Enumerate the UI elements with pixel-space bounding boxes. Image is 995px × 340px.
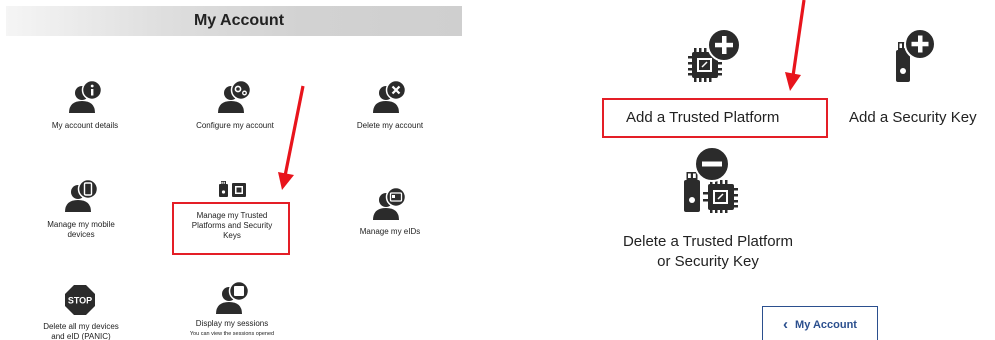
tile-label-line: Manage my mobile bbox=[47, 220, 115, 229]
tile-delete-all-devices-panic[interactable]: STOP Delete all my devices and eID (PANI… bbox=[26, 284, 136, 340]
add-trusted-platform-link[interactable]: Add a Trusted Platform bbox=[626, 109, 779, 126]
user-delete-icon bbox=[373, 80, 407, 113]
add-trusted-platform-icon[interactable] bbox=[688, 28, 744, 86]
user-card-icon bbox=[373, 186, 407, 220]
red-arrow-icon bbox=[278, 85, 305, 190]
trusted-platforms-panel: Add a Trusted Platform Add a Security Ke… bbox=[470, 0, 995, 340]
highlight-box bbox=[172, 202, 290, 255]
tile-label: Manage my eIDs bbox=[359, 227, 421, 236]
user-mobile-icon bbox=[65, 178, 99, 212]
chevron-left-icon: ‹ bbox=[783, 315, 789, 333]
delete-trusted-platform-link-line[interactable]: or Security Key bbox=[590, 253, 826, 270]
chip-key-icon bbox=[219, 181, 246, 197]
tile-label-line: devices bbox=[67, 230, 95, 239]
tile-label-line: Delete all my devices bbox=[43, 322, 119, 331]
tile-display-my-sessions[interactable]: Display my sessions You can view the ses… bbox=[180, 280, 284, 340]
user-gear-icon bbox=[218, 80, 252, 113]
stop-icon: STOP bbox=[65, 285, 95, 315]
tile-my-account-details[interactable]: My account details bbox=[40, 80, 130, 136]
add-security-key-link[interactable]: Add a Security Key bbox=[849, 109, 977, 126]
page-title: My Account bbox=[193, 12, 285, 29]
delete-trusted-platform-icon[interactable] bbox=[682, 144, 746, 214]
delete-trusted-platform-link-line[interactable]: Delete a Trusted Platform bbox=[590, 233, 826, 250]
add-security-key-icon[interactable] bbox=[888, 28, 938, 84]
tile-label-line: and eID (PANIC) bbox=[51, 332, 111, 340]
tile-label: Delete my account bbox=[356, 121, 424, 130]
back-to-my-account-button[interactable]: ‹ My Account bbox=[762, 306, 878, 340]
stop-icon-text: STOP bbox=[68, 296, 92, 306]
header-bar: My Account bbox=[6, 6, 462, 36]
user-session-icon bbox=[216, 280, 250, 314]
tile-sublabel: You can view the sessions opened bbox=[189, 331, 275, 337]
tile-manage-eids[interactable]: Manage my eIDs bbox=[345, 186, 435, 242]
my-account-menu-panel: My Account My account details Configure … bbox=[0, 0, 470, 340]
back-button-label: My Account bbox=[795, 319, 857, 331]
red-arrow-icon bbox=[785, 0, 806, 91]
tile-label: Display my sessions bbox=[195, 319, 269, 328]
tile-delete-my-account[interactable]: Delete my account bbox=[345, 80, 435, 136]
user-info-icon bbox=[69, 80, 103, 113]
tile-label: My account details bbox=[51, 121, 119, 130]
tile-manage-mobile-devices[interactable]: Manage my mobile devices bbox=[36, 178, 126, 242]
